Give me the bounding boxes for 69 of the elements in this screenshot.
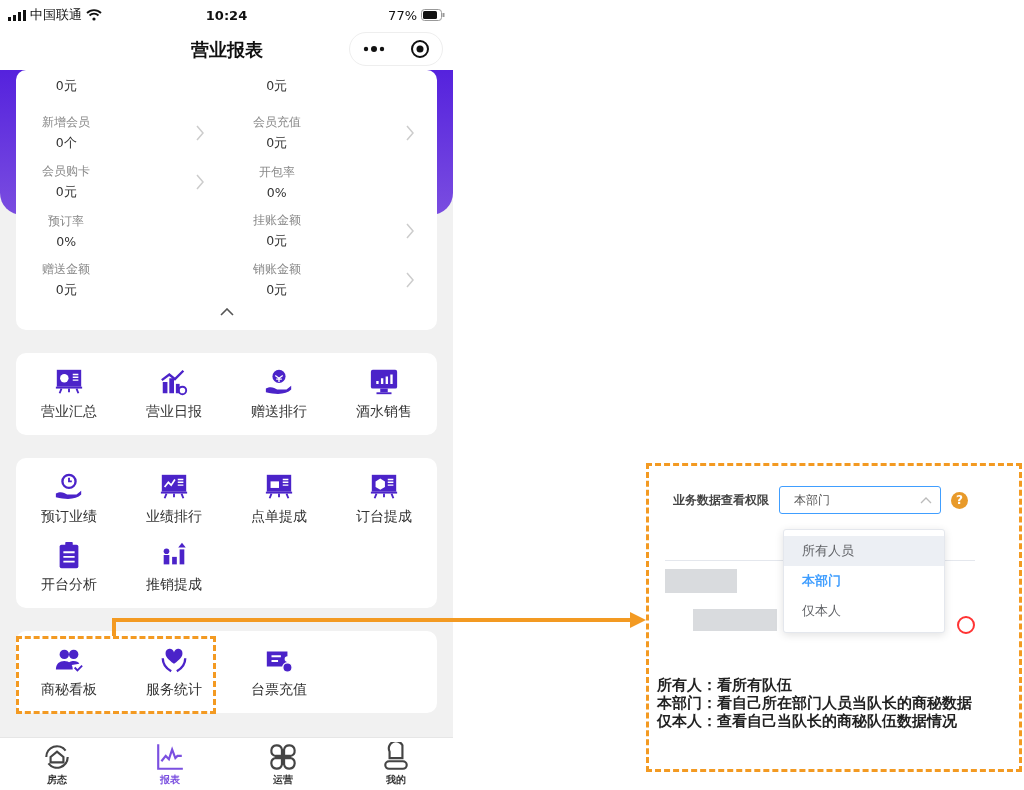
note-text: 所有人：看所有队伍: [657, 676, 793, 694]
stat-value: 0%: [56, 233, 77, 249]
note-text: 仅本人：查看自己当队长的商秘队伍数据情况: [657, 712, 958, 730]
stat-label: 销账金额: [252, 260, 301, 278]
carrier-name: 中国联通: [30, 6, 82, 24]
stat-value: 0元: [266, 232, 288, 250]
stat-label: 新增会员: [42, 113, 91, 131]
line-chart-icon: [154, 741, 185, 772]
tab-item[interactable]: 报表: [113, 738, 227, 790]
page-title: 营业报表: [190, 38, 263, 62]
blurred-area: [665, 569, 737, 593]
field-label: 业务数据查看权限: [673, 491, 769, 509]
menu-item[interactable]: 服务统计: [145, 681, 202, 699]
stat-label: 开包率: [258, 163, 295, 181]
signal-icon: [8, 9, 26, 21]
stat-value: 0元: [55, 183, 77, 201]
tab-item[interactable]: 我的: [339, 738, 453, 790]
stat-label: 会员充值: [252, 113, 301, 131]
presentation-pie-icon: [53, 367, 84, 397]
stat-value: 0个: [55, 134, 77, 152]
menu-item[interactable]: 业绩排行: [145, 508, 202, 526]
chevron-right-icon[interactable]: [405, 125, 415, 141]
battery-icon: [421, 9, 445, 21]
stat-label: 预订率: [48, 212, 85, 230]
menu-item[interactable]: 商秘看板: [40, 681, 97, 699]
stat-label: 挂账金额: [252, 211, 301, 229]
chart-growth-icon: [158, 367, 189, 397]
stat-value: 0元: [266, 78, 288, 95]
note-text: 本部门：看自己所在部门人员当队长的商秘数据: [657, 694, 972, 712]
presentation-basket-icon: [264, 472, 295, 502]
clock-time: 10:24: [205, 7, 248, 23]
chevron-right-icon[interactable]: [194, 174, 205, 190]
chevron-right-icon[interactable]: [405, 223, 415, 239]
stat-label: 赠送金额: [42, 260, 91, 278]
presentation-chart-icon: [158, 472, 189, 502]
stat-value: 0元: [266, 134, 288, 152]
stat-value: 0元: [55, 78, 77, 95]
chevron-right-icon[interactable]: [194, 125, 205, 141]
menu-item[interactable]: 预订业绩: [40, 508, 97, 526]
menu-item[interactable]: 酒水销售: [356, 403, 413, 421]
dropdown-option[interactable]: 仅本人: [784, 596, 944, 626]
monitor-bars-icon: [369, 367, 400, 397]
more-icon[interactable]: [362, 45, 385, 53]
chevron-right-icon[interactable]: [405, 272, 415, 288]
collapse-caret-icon[interactable]: [219, 308, 234, 316]
menu-item[interactable]: 订台提成: [356, 508, 413, 526]
stat-label: 会员购卡: [42, 162, 91, 180]
stat-value: 0%: [266, 184, 287, 200]
menu-item[interactable]: 营业日报: [145, 403, 202, 421]
dropdown-option[interactable]: 所有人员: [784, 536, 944, 566]
menu-item[interactable]: 营业汇总: [40, 403, 97, 421]
menu-item[interactable]: 赠送排行: [251, 403, 308, 421]
stat-value: 0元: [266, 281, 288, 299]
tab-item[interactable]: 运营: [226, 738, 340, 790]
permission-select[interactable]: 本部门: [779, 486, 941, 514]
battery-percent: 77%: [388, 7, 417, 23]
close-target-icon[interactable]: [409, 39, 430, 59]
menu-item[interactable]: 台票充值: [251, 681, 308, 699]
menu-item[interactable]: 点单提成: [251, 508, 308, 526]
tab-item[interactable]: 房态: [0, 738, 114, 790]
presentation-cube-icon: [369, 472, 400, 502]
ring-icon: [957, 616, 975, 634]
menu-item[interactable]: 开台分析: [40, 576, 97, 594]
four-petals-icon: [268, 741, 299, 772]
wifi-icon: [86, 9, 102, 21]
caret-up-icon: [920, 496, 932, 504]
menu-item[interactable]: 推销提成: [145, 576, 202, 594]
stat-value: 0元: [55, 281, 77, 299]
hand-clock-icon: [53, 472, 84, 502]
